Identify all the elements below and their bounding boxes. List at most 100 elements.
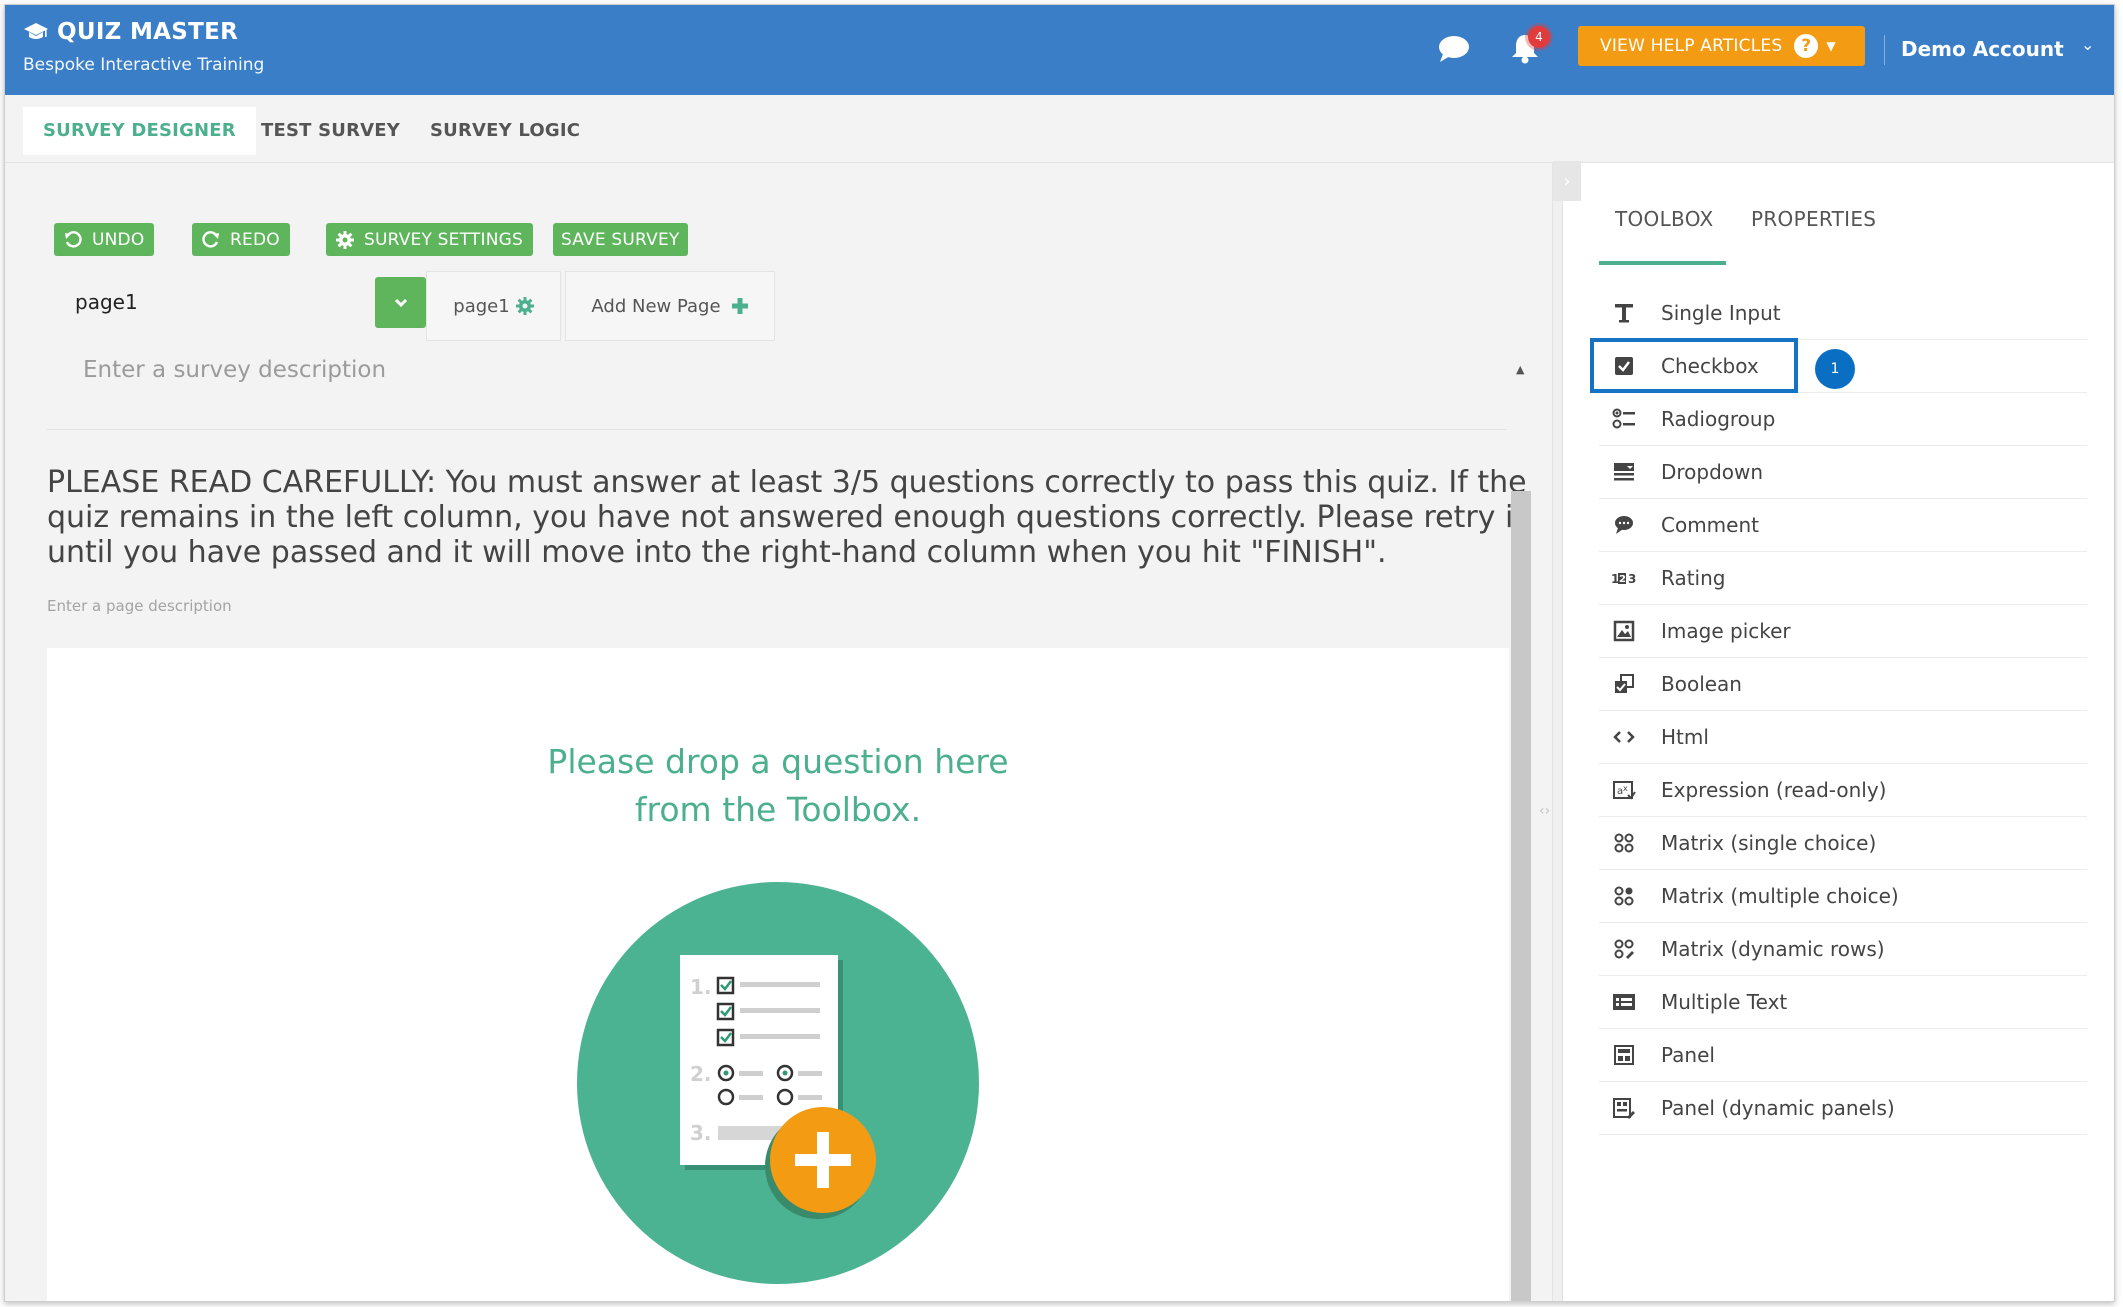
toolbox-item-label: Matrix (single choice) <box>1661 831 1877 855</box>
expression-icon: ax <box>1611 777 1637 803</box>
designer-canvas: UNDO REDO SURVEY SETTINGS SAVE SURVEY pa… <box>5 163 1552 1301</box>
drop-hint-line2: from the Toolbox. <box>634 790 922 829</box>
undo-button[interactable]: UNDO <box>54 223 155 256</box>
toolbox-item-matrix-dynamic[interactable]: Matrix (dynamic rows) <box>1599 923 2087 976</box>
toolbox-item-checkbox[interactable]: Checkbox 1 <box>1590 338 2087 393</box>
illustration-number-1: 1. <box>690 975 712 999</box>
tab-survey-logic[interactable]: SURVEY LOGIC <box>410 107 600 155</box>
add-new-page-label: Add New Page <box>591 295 721 317</box>
scroll-up-arrow-icon[interactable]: ▲ <box>1516 363 1524 376</box>
designer-scrollbar[interactable]: ▲ <box>1511 363 1531 1301</box>
page-description-field[interactable]: Enter a page description <box>47 597 232 615</box>
app-window: QUIZ MASTER Bespoke Interactive Training… <box>4 4 2115 1302</box>
panel-icon <box>1611 1042 1637 1068</box>
toolbox-item-image-picker[interactable]: Image picker <box>1599 605 2087 658</box>
toolbox-item-radiogroup[interactable]: Radiogroup <box>1599 393 2087 446</box>
survey-settings-label: SURVEY SETTINGS <box>364 229 523 250</box>
toolbox-item-panel[interactable]: Panel <box>1599 1029 2087 1082</box>
brand[interactable]: QUIZ MASTER Bespoke Interactive Training <box>23 19 264 75</box>
redo-label: REDO <box>230 229 280 250</box>
toolbox-item-label: Panel (dynamic panels) <box>1661 1096 1895 1120</box>
toolbox-item-multiple-text[interactable]: Multiple Text <box>1599 976 2087 1029</box>
survey-description-field[interactable]: Enter a survey description <box>83 357 386 383</box>
resize-handle-icon[interactable]: ‹› <box>1539 803 1550 819</box>
toolbox-item-label: Multiple Text <box>1661 990 1788 1014</box>
account-name[interactable]: Demo Account <box>1901 37 2064 61</box>
comment-icon <box>1611 512 1637 538</box>
chat-button[interactable] <box>1437 34 1471 64</box>
tab-properties[interactable]: PROPERTIES <box>1751 207 1876 231</box>
toolbox-item-rating[interactable]: 123 Rating <box>1599 552 2087 605</box>
app-title: QUIZ MASTER <box>57 19 239 45</box>
help-button-label: VIEW HELP ARTICLES <box>1600 36 1783 56</box>
toolbox-item-html[interactable]: Html <box>1599 711 2087 764</box>
svg-text:2: 2 <box>1619 574 1626 585</box>
toolbox-item-panel-dynamic[interactable]: Panel (dynamic panels) <box>1599 1082 2087 1135</box>
question-mark-icon: ? <box>1794 34 1819 58</box>
survey-settings-button[interactable]: SURVEY SETTINGS <box>326 223 533 256</box>
tab-survey-designer[interactable]: SURVEY DESIGNER <box>23 107 256 155</box>
toolbox-item-label: Dropdown <box>1661 460 1764 484</box>
tab-test-survey[interactable]: TEST SURVEY <box>241 107 420 155</box>
page-selector-dropdown-button[interactable] <box>375 277 426 328</box>
toolbox-item-dropdown[interactable]: Dropdown <box>1599 446 2087 499</box>
notification-count-badge: 4 <box>1528 26 1550 48</box>
page-selector[interactable]: page1 <box>39 275 426 328</box>
account-chevron-down-icon[interactable]: ⌄ <box>2081 35 2094 54</box>
toolbox-item-label: Single Input <box>1661 301 1781 325</box>
app-subtitle: Bespoke Interactive Training <box>23 55 265 75</box>
redo-button[interactable]: REDO <box>192 223 290 256</box>
chevron-down-icon: ▼ <box>1826 39 1836 53</box>
toolbox-item-label: Html <box>1661 725 1709 749</box>
tutorial-step-badge: 1 <box>1815 349 1855 389</box>
gear-icon[interactable] <box>515 297 534 315</box>
questionnaire-illustration-icon: 1. 2. 3. <box>577 882 979 1284</box>
add-new-page-button[interactable]: Add New Page <box>565 271 775 341</box>
chevron-down-icon <box>394 298 407 307</box>
redo-icon <box>202 230 219 248</box>
header-divider <box>1884 35 1885 65</box>
save-survey-label: SAVE SURVEY <box>561 229 680 250</box>
matrix-multiple-icon <box>1611 883 1637 909</box>
boolean-icon <box>1611 671 1637 697</box>
toolbox-item-label: Expression (read-only) <box>1661 778 1887 802</box>
rating-icon: 123 <box>1611 565 1637 591</box>
page-selector-value: page1 <box>75 290 138 314</box>
undo-label: UNDO <box>92 229 145 250</box>
toolbox-item-boolean[interactable]: Boolean <box>1599 658 2087 711</box>
matrix-single-icon <box>1611 830 1637 856</box>
app-title-row: QUIZ MASTER <box>23 19 264 45</box>
question-drop-zone[interactable]: Please drop a question here from the Too… <box>47 648 1509 1301</box>
drop-hint: Please drop a question here from the Too… <box>47 738 1509 834</box>
toolbox-item-label: Panel <box>1661 1043 1715 1067</box>
view-help-articles-button[interactable]: VIEW HELP ARTICLES ? ▼ <box>1578 26 1865 66</box>
scrollbar-thumb[interactable] <box>1511 491 1531 1301</box>
text-T-icon <box>1611 300 1637 326</box>
toolbox-list: Single Input Checkbox 1 Radiogroup Dropd… <box>1590 287 2087 1135</box>
plus-icon <box>731 298 748 314</box>
tab-toolbox[interactable]: TOOLBOX <box>1615 207 1713 231</box>
matrix-dynamic-icon <box>1611 936 1637 962</box>
notifications-button[interactable]: 4 <box>1510 26 1550 66</box>
sidebar-edge <box>1553 163 1563 1301</box>
illustration-number-2: 2. <box>690 1062 712 1086</box>
page-title[interactable]: PLEASE READ CAREFULLY: You must answer a… <box>47 465 1527 570</box>
multiple-text-icon <box>1611 989 1637 1015</box>
save-survey-button[interactable]: SAVE SURVEY <box>553 223 688 256</box>
toolbox-item-matrix-single[interactable]: Matrix (single choice) <box>1599 817 2087 870</box>
toolbox-item-expression[interactable]: ax Expression (read-only) <box>1599 764 2087 817</box>
page-tab-label: page1 <box>453 295 510 317</box>
collapse-sidebar-button[interactable]: › <box>1553 161 1581 201</box>
image-picker-icon <box>1611 618 1637 644</box>
designer-tabbar: SURVEY DESIGNER TEST SURVEY SURVEY LOGIC <box>5 95 2114 163</box>
toolbox-item-matrix-multiple[interactable]: Matrix (multiple choice) <box>1599 870 2087 923</box>
top-header: QUIZ MASTER Bespoke Interactive Training… <box>5 5 2114 95</box>
html-code-icon <box>1611 724 1637 750</box>
tutorial-highlight-box <box>1590 338 1798 393</box>
undo-icon <box>65 230 82 248</box>
graduation-cap-icon <box>24 23 48 39</box>
toolbox-item-single-input[interactable]: Single Input <box>1599 287 2087 340</box>
toolbox-item-comment[interactable]: Comment <box>1599 499 2087 552</box>
page-tab-page1[interactable]: page1 <box>426 271 561 341</box>
drop-hint-line1: Please drop a question here <box>547 742 1009 781</box>
